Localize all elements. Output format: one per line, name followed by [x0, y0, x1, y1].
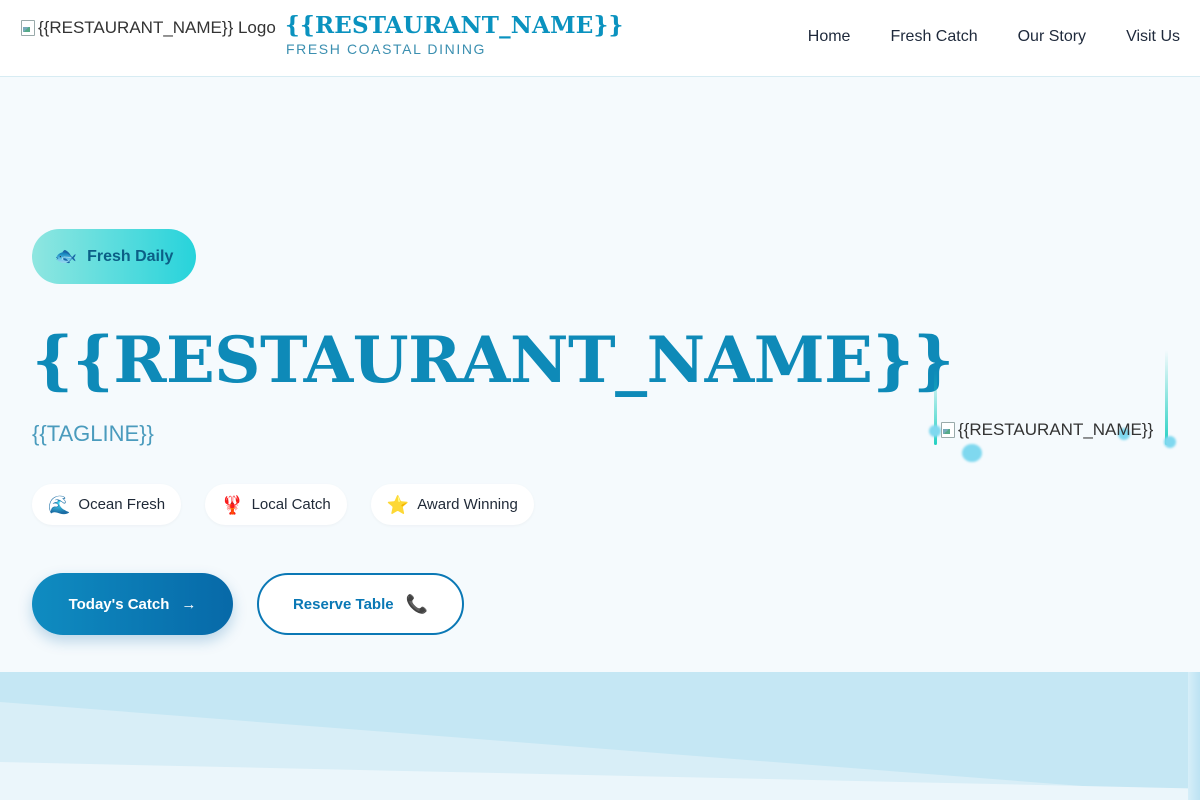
- feature-pill-award-winning: ⭐ Award Winning: [370, 484, 534, 525]
- feature-label: Award Winning: [417, 496, 518, 513]
- main-nav: Home Fresh Catch Our Story Visit Us: [808, 28, 1180, 46]
- feature-pill-local-catch: 🦞 Local Catch: [205, 484, 347, 525]
- feature-label: Ocean Fresh: [78, 496, 166, 513]
- site-header: {{RESTAURANT_NAME}} Logo {{RESTAURANT_NA…: [0, 0, 1200, 77]
- broken-image-icon: [940, 421, 956, 439]
- todays-catch-button[interactable]: Today's Catch →: [32, 573, 233, 635]
- decorative-bubble: [1164, 436, 1176, 448]
- arrow-right-icon: →: [181, 595, 197, 613]
- lobster-icon: 🦞: [221, 494, 244, 515]
- badge-label: Fresh Daily: [87, 247, 174, 265]
- feature-pills: 🌊 Ocean Fresh 🦞 Local Catch ⭐ Award Winn…: [32, 484, 534, 525]
- broken-image-icon: [20, 19, 36, 37]
- nav-visit-us[interactable]: Visit Us: [1126, 28, 1180, 46]
- wave-icon: 🌊: [48, 494, 71, 515]
- star-icon: ⭐: [386, 494, 410, 515]
- feature-label: Local Catch: [251, 496, 331, 513]
- logo-alt-text: {{RESTAURANT_NAME}} Logo: [38, 18, 276, 37]
- decorative-bubble: [962, 444, 982, 462]
- decorative-line: [1165, 350, 1168, 445]
- brand-name[interactable]: {{RESTAURANT_NAME}}: [285, 12, 623, 39]
- fish-icon: 🐟: [54, 246, 78, 266]
- hero-image-alt: {{RESTAURANT_NAME}}: [958, 420, 1154, 439]
- hero-title: {{RESTAURANT_NAME}}: [32, 323, 954, 398]
- feature-pill-ocean-fresh: 🌊 Ocean Fresh: [32, 484, 182, 525]
- logo-image[interactable]: {{RESTAURANT_NAME}} Logo: [20, 16, 276, 40]
- brand-subtitle: FRESH COASTAL DINING: [286, 41, 487, 57]
- nav-our-story[interactable]: Our Story: [1018, 28, 1086, 46]
- button-label: Reserve Table: [292, 595, 394, 613]
- hero-tagline: {{TAGLINE}}: [32, 421, 154, 446]
- wave-divider: [0, 672, 1200, 800]
- button-label: Today's Catch: [68, 595, 170, 613]
- nav-fresh-catch[interactable]: Fresh Catch: [890, 28, 977, 46]
- nav-home[interactable]: Home: [808, 28, 851, 46]
- phone-icon: 📞: [405, 593, 429, 614]
- wave-edge: [1188, 672, 1200, 800]
- reserve-table-button[interactable]: Reserve Table 📞: [257, 573, 464, 635]
- fresh-daily-badge: 🐟 Fresh Daily: [32, 229, 196, 284]
- hero-image: {{RESTAURANT_NAME}}: [940, 420, 1153, 440]
